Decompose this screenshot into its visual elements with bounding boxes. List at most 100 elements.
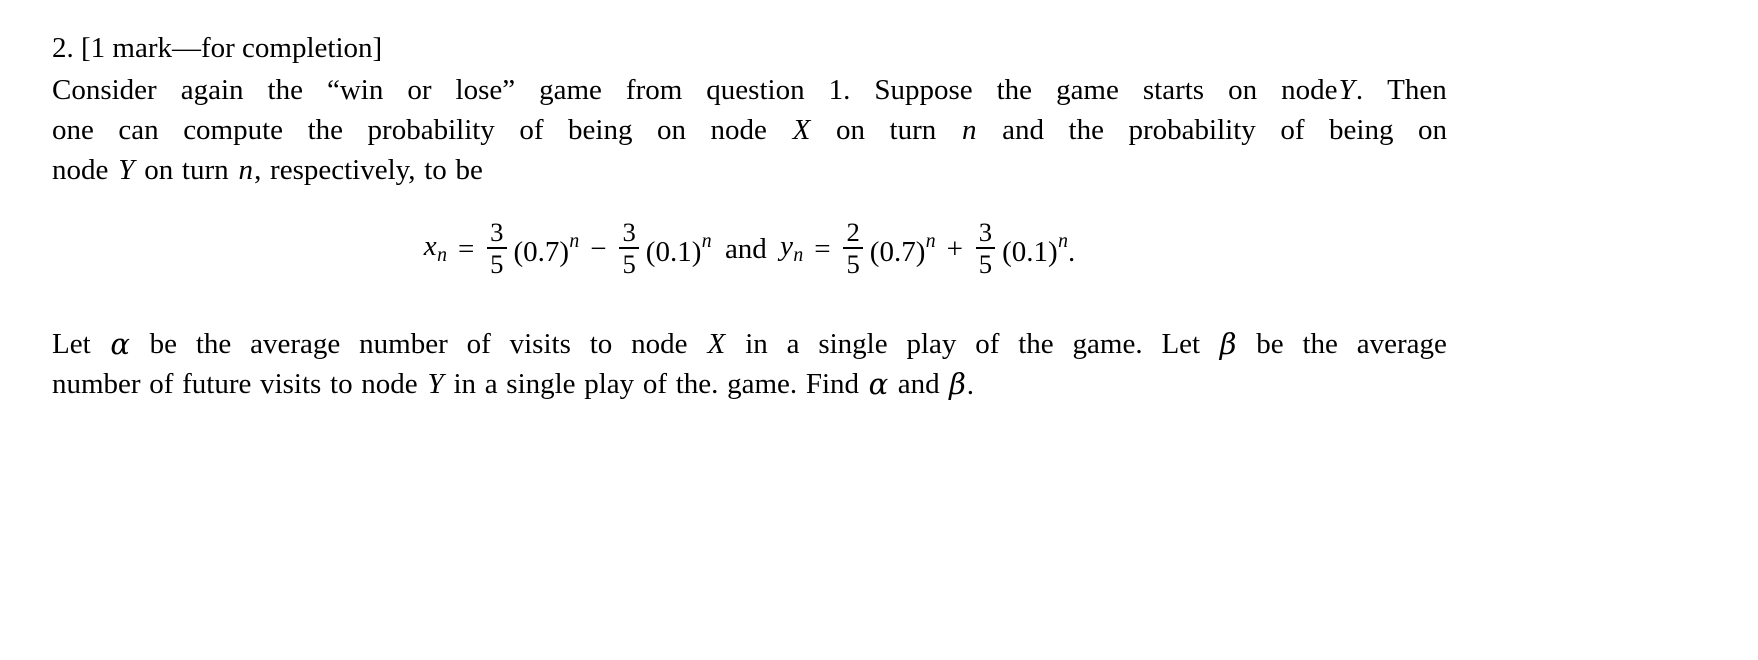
equation-lhs-x: xn [424, 232, 447, 265]
word: or [407, 74, 432, 106]
fraction-three-fifths: 3 5 [486, 217, 507, 277]
word: the [1018, 328, 1054, 360]
word: “win [326, 74, 384, 106]
paragraph-intro-line-3: node Y on turn n, respectively, to be [52, 150, 1447, 190]
math-symbol-beta: β [1219, 327, 1237, 361]
equation-conjunction: and [724, 232, 767, 265]
word: of [642, 368, 668, 400]
word: future [182, 368, 252, 400]
paragraph-task-line-1: Let α be the average number of visits to… [52, 324, 1447, 364]
document-content: 2. [1 mark—for completion] Consider agai… [52, 26, 1447, 405]
equation-expression: xn = 3 5 (0.7)n − 3 5 (0.1)n and yn = 2 … [424, 217, 1075, 278]
word: game [1056, 74, 1119, 106]
word: Then [1387, 74, 1447, 106]
term-base: (0.7)n [870, 229, 936, 267]
word: Consider [52, 74, 157, 106]
word: on [1228, 74, 1258, 106]
word: visits [509, 328, 571, 360]
base-value: (0.7) [513, 235, 570, 268]
variable-subscript: n [793, 243, 804, 266]
word: of [466, 328, 491, 360]
word: Find [805, 368, 860, 400]
equals-sign: = [457, 232, 475, 265]
word: node [361, 368, 418, 400]
exponent: n [925, 229, 936, 252]
word: play [584, 368, 635, 400]
word: to [330, 368, 353, 400]
fraction-three-fifths: 3 5 [619, 219, 639, 277]
math-variable-Y: Y [427, 368, 444, 400]
word: on [1417, 114, 1447, 146]
word: number [359, 328, 448, 360]
exponent: n [569, 229, 580, 252]
variable-name: x [423, 230, 437, 263]
fraction-two-fifths: 2 5 [843, 219, 863, 277]
variable-name: y [780, 230, 794, 263]
word: and [1002, 114, 1045, 146]
word: average [1356, 328, 1447, 360]
word: again [180, 74, 244, 106]
word: lose” [455, 74, 516, 106]
word: game. [727, 368, 798, 400]
word: on [657, 114, 687, 146]
minus-sign: − [590, 232, 607, 265]
word: node [52, 154, 109, 186]
base-value: (0.1) [1002, 235, 1058, 268]
word: the [195, 328, 232, 360]
fraction-denominator: 5 [622, 248, 636, 279]
word: n, [237, 150, 261, 190]
word: node [631, 328, 688, 360]
paragraph-task-line-2: number of future visits to node Y in a s… [52, 364, 1447, 405]
math-variable-n: n [961, 114, 977, 146]
sentence-period: . [1355, 74, 1364, 106]
fraction-numerator: 3 [490, 217, 504, 248]
math-symbol-beta: β [949, 367, 966, 401]
word: of [1280, 114, 1305, 146]
word: visits [260, 368, 322, 400]
fraction-denominator: 5 [846, 248, 860, 279]
math-variable-X: X [792, 114, 811, 146]
word: Let [52, 328, 91, 360]
word: the [1068, 114, 1104, 146]
word: on [144, 154, 174, 186]
math-symbol-alpha: α [110, 327, 130, 361]
fraction-numerator: 2 [846, 217, 860, 248]
word: number [52, 368, 141, 400]
word: turn [889, 114, 937, 146]
word: be [149, 328, 178, 360]
math-variable-X: X [707, 328, 726, 360]
word: the. [675, 368, 719, 400]
word: the [1302, 328, 1338, 360]
word: game. [1072, 328, 1143, 360]
variable-subscript: n [437, 243, 447, 266]
word: can [118, 114, 159, 146]
paragraph-intro-line-2: one can compute the probability of being… [52, 110, 1447, 150]
word: play [906, 328, 957, 360]
word: Let [1161, 328, 1201, 360]
word: to [424, 154, 447, 186]
word: game [539, 74, 602, 106]
word: the [996, 74, 1033, 106]
exponent: n [1058, 229, 1068, 252]
word: be [1256, 328, 1284, 360]
word: the [267, 74, 303, 106]
word: to [589, 328, 613, 360]
term-base: (0.1)n. [1002, 229, 1075, 268]
word: being [1329, 114, 1394, 146]
equation-lhs-y: yn [780, 232, 803, 265]
plus-sign: + [946, 232, 963, 265]
word: turn [182, 150, 229, 190]
fraction-three-fifths: 3 5 [975, 219, 996, 277]
math-variable-Y: Y [1338, 74, 1355, 106]
word: probability [367, 114, 495, 146]
word: be [455, 154, 483, 186]
word: β. [948, 364, 974, 405]
word: a [786, 328, 800, 360]
word: in [745, 328, 768, 360]
math-variable-Y: Y [118, 154, 135, 186]
word: probability [1128, 114, 1256, 146]
word: respectively, [270, 154, 416, 186]
word: being [568, 114, 633, 146]
word: node [710, 114, 767, 146]
word: of [519, 114, 544, 146]
